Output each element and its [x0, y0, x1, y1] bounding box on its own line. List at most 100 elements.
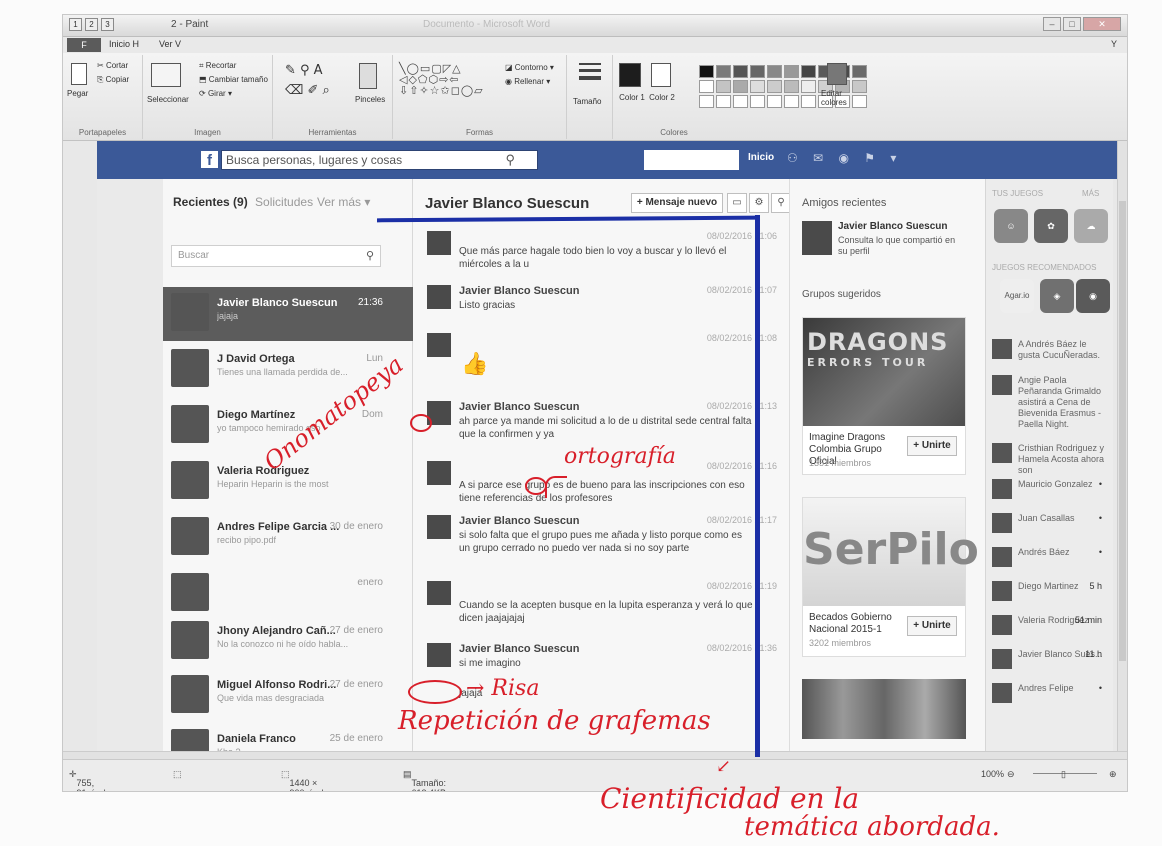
game-icon[interactable]: ✿ — [1034, 209, 1068, 243]
quick-access-key[interactable]: 3 — [101, 18, 114, 31]
rotate-button[interactable]: ⟳ Girar ▾ — [199, 89, 232, 98]
paste-button[interactable]: Pegar — [67, 89, 88, 98]
tab-inicio[interactable]: Inicio H — [109, 39, 139, 49]
background-window-title: Documento - Microsoft Word — [423, 19, 551, 30]
facebook-logo[interactable]: f — [201, 151, 218, 169]
new-message-button[interactable]: + Mensaje nuevo — [631, 193, 723, 213]
ticker-item[interactable]: Andrés Báez • — [992, 547, 1110, 571]
file-tab[interactable]: F — [67, 38, 101, 52]
conversation-item[interactable]: Javier Blanco Suescun jajaja 21:36 — [163, 287, 413, 341]
eraser-icon[interactable]: ⌫ ✐ ⌕ — [285, 83, 330, 98]
brushes-button[interactable]: Pinceles — [355, 95, 385, 104]
chat-panel: Javier Blanco Suescun + Mensaje nuevo ▭ … — [413, 179, 791, 759]
avatar — [992, 649, 1012, 669]
ticker-item[interactable]: Angie Paola Peñaranda Grimaldo asistirá … — [992, 375, 1110, 433]
friend-name[interactable]: Javier Blanco Suescun — [838, 221, 948, 232]
avatar — [992, 443, 1012, 463]
key-tip: F — [81, 40, 87, 50]
zoom-thumb[interactable]: ▯ — [1061, 769, 1066, 780]
requests-tab[interactable]: Solicitudes — [255, 195, 313, 209]
avatar — [427, 515, 451, 539]
color1-button[interactable]: Color 1 — [617, 93, 647, 102]
avatar — [171, 461, 209, 499]
profile-box[interactable] — [644, 150, 739, 170]
avatar — [171, 621, 209, 659]
game-icon[interactable]: ◈ — [1040, 279, 1074, 313]
pencil-icon[interactable]: ✎ ⚲ A — [285, 63, 323, 78]
game-icon[interactable]: ☺ — [994, 209, 1028, 243]
ticker-item[interactable]: Cristhian Rodriguez y Hamela Acosta ahor… — [992, 443, 1110, 475]
search-icon: ⚲ — [365, 250, 374, 262]
conversation-item[interactable]: Jhony Alejandro Cañ... No la conozco ni … — [163, 615, 413, 669]
conversation-item[interactable]: Andres Felipe Garcia ... recibo pipo.pdf… — [163, 511, 413, 565]
resize-button[interactable]: ⬒ Cambiar tamaño — [199, 75, 268, 84]
video-icon[interactable]: ▭ — [727, 193, 747, 213]
recent-tab[interactable]: Recientes (9) — [173, 195, 248, 209]
gear-icon[interactable]: ⚙ — [749, 193, 769, 213]
maximize-button[interactable]: □ — [1063, 17, 1081, 31]
vertical-scrollbar[interactable] — [1117, 141, 1127, 751]
zoom-out-button[interactable]: ⊖ — [1007, 769, 1015, 780]
cut-button[interactable]: ✂ Cortar — [97, 61, 128, 70]
agario-game-icon[interactable]: Agar.io — [1000, 279, 1034, 313]
quick-access-toolbar: 1 2 3 — [69, 18, 114, 31]
edit-colors-icon[interactable] — [827, 63, 847, 85]
brush-icon[interactable] — [359, 63, 377, 89]
search-icon[interactable]: ⚲ — [771, 193, 791, 213]
fill-button[interactable]: ◉ Rellenar ▾ — [505, 77, 550, 86]
minimize-button[interactable]: – — [1043, 17, 1061, 31]
avatar — [427, 285, 451, 309]
ticker-item[interactable]: Valeria Rodriguez 51 min — [992, 615, 1110, 639]
join-button[interactable]: + Unirte — [907, 436, 957, 456]
tab-ver[interactable]: Ver V — [159, 39, 181, 49]
annotation-repeticion: Repetición de grafemas — [398, 706, 711, 736]
shapes-gallery[interactable]: ╲◯▭▢◸△ ◁◇⬠⬡⇨⇦ ⇩⇧✧☆✩◻◯▱ — [399, 63, 495, 96]
scroll-thumb[interactable] — [1119, 201, 1126, 661]
crop-button[interactable]: ⌗ Recortar — [199, 61, 236, 71]
conversation-item[interactable]: enero — [163, 567, 413, 621]
your-games-heading: TUS JUEGOS — [992, 189, 1044, 198]
ticker-item[interactable]: Diego Martinez 5 h — [992, 581, 1110, 605]
conversation-list: Recientes (9) Solicitudes Ver más ▾ Busc… — [163, 179, 413, 767]
ticker-item[interactable]: Andres Felipe • — [992, 683, 1110, 707]
select-button[interactable]: Seleccionar — [147, 95, 189, 104]
quick-access-key[interactable]: 1 — [69, 18, 82, 31]
quick-access-key[interactable]: 2 — [85, 18, 98, 31]
ticker-item[interactable]: A Andrés Báez le gusta CucuÑeradas. — [992, 339, 1110, 373]
ticker-item[interactable]: Juan Casallas • — [992, 513, 1110, 537]
message-search-input[interactable]: Buscar ⚲ — [171, 245, 381, 267]
facebook-search-input[interactable]: Busca personas, lugares y cosas ⚲ — [221, 150, 538, 170]
more-link[interactable]: MÁS — [1082, 189, 1099, 198]
horizontal-scrollbar[interactable] — [63, 751, 1127, 759]
group-card: SerPilo Becados Gobierno Nacional 2015-1… — [802, 497, 979, 657]
color1-swatch[interactable] — [619, 63, 641, 87]
size-button[interactable]: Tamaño — [573, 97, 601, 106]
home-link[interactable]: Inicio — [748, 152, 774, 163]
game-icon[interactable]: ◉ — [1076, 279, 1110, 313]
join-button[interactable]: + Unirte — [907, 616, 957, 636]
paste-icon[interactable] — [71, 63, 87, 85]
group-cover-image: DRAGONS ERRORS TOUR — [803, 318, 965, 426]
avatar — [427, 461, 451, 485]
game-icon[interactable]: ☁ — [1074, 209, 1108, 243]
group-cover-image: SerPilo — [803, 498, 979, 606]
search-icon[interactable]: ⚲ — [505, 152, 515, 167]
suggested-groups-heading: Grupos sugeridos — [802, 289, 881, 300]
zoom-in-button[interactable]: ⊕ — [1109, 769, 1117, 780]
color2-swatch[interactable] — [651, 63, 671, 87]
color2-button[interactable]: Color 2 — [647, 93, 677, 102]
ticker-item[interactable]: Javier Blanco Sues... 11 h — [992, 649, 1110, 673]
see-more-link[interactable]: Ver más ▾ — [317, 195, 397, 209]
select-icon[interactable] — [151, 63, 181, 87]
ribbon-tabs: F Inicio H Ver V Y — [63, 37, 1127, 53]
avatar — [992, 547, 1012, 567]
close-button[interactable]: ✕ — [1083, 17, 1121, 31]
conversation-item[interactable]: Miguel Alfonso Rodri... Que vida mas des… — [163, 669, 413, 723]
outline-button[interactable]: ◪ Contorno ▾ — [505, 63, 554, 72]
notification-icons[interactable]: ⚇ ✉ ◉ ⚑ ▾ — [787, 151, 902, 165]
avatar — [427, 231, 451, 255]
avatar — [171, 405, 209, 443]
edit-colors-button[interactable]: Editar colores — [821, 89, 855, 107]
ticker-item[interactable]: Mauricio Gonzalez • — [992, 479, 1110, 503]
copy-button[interactable]: ⎘ Copiar — [97, 75, 129, 85]
